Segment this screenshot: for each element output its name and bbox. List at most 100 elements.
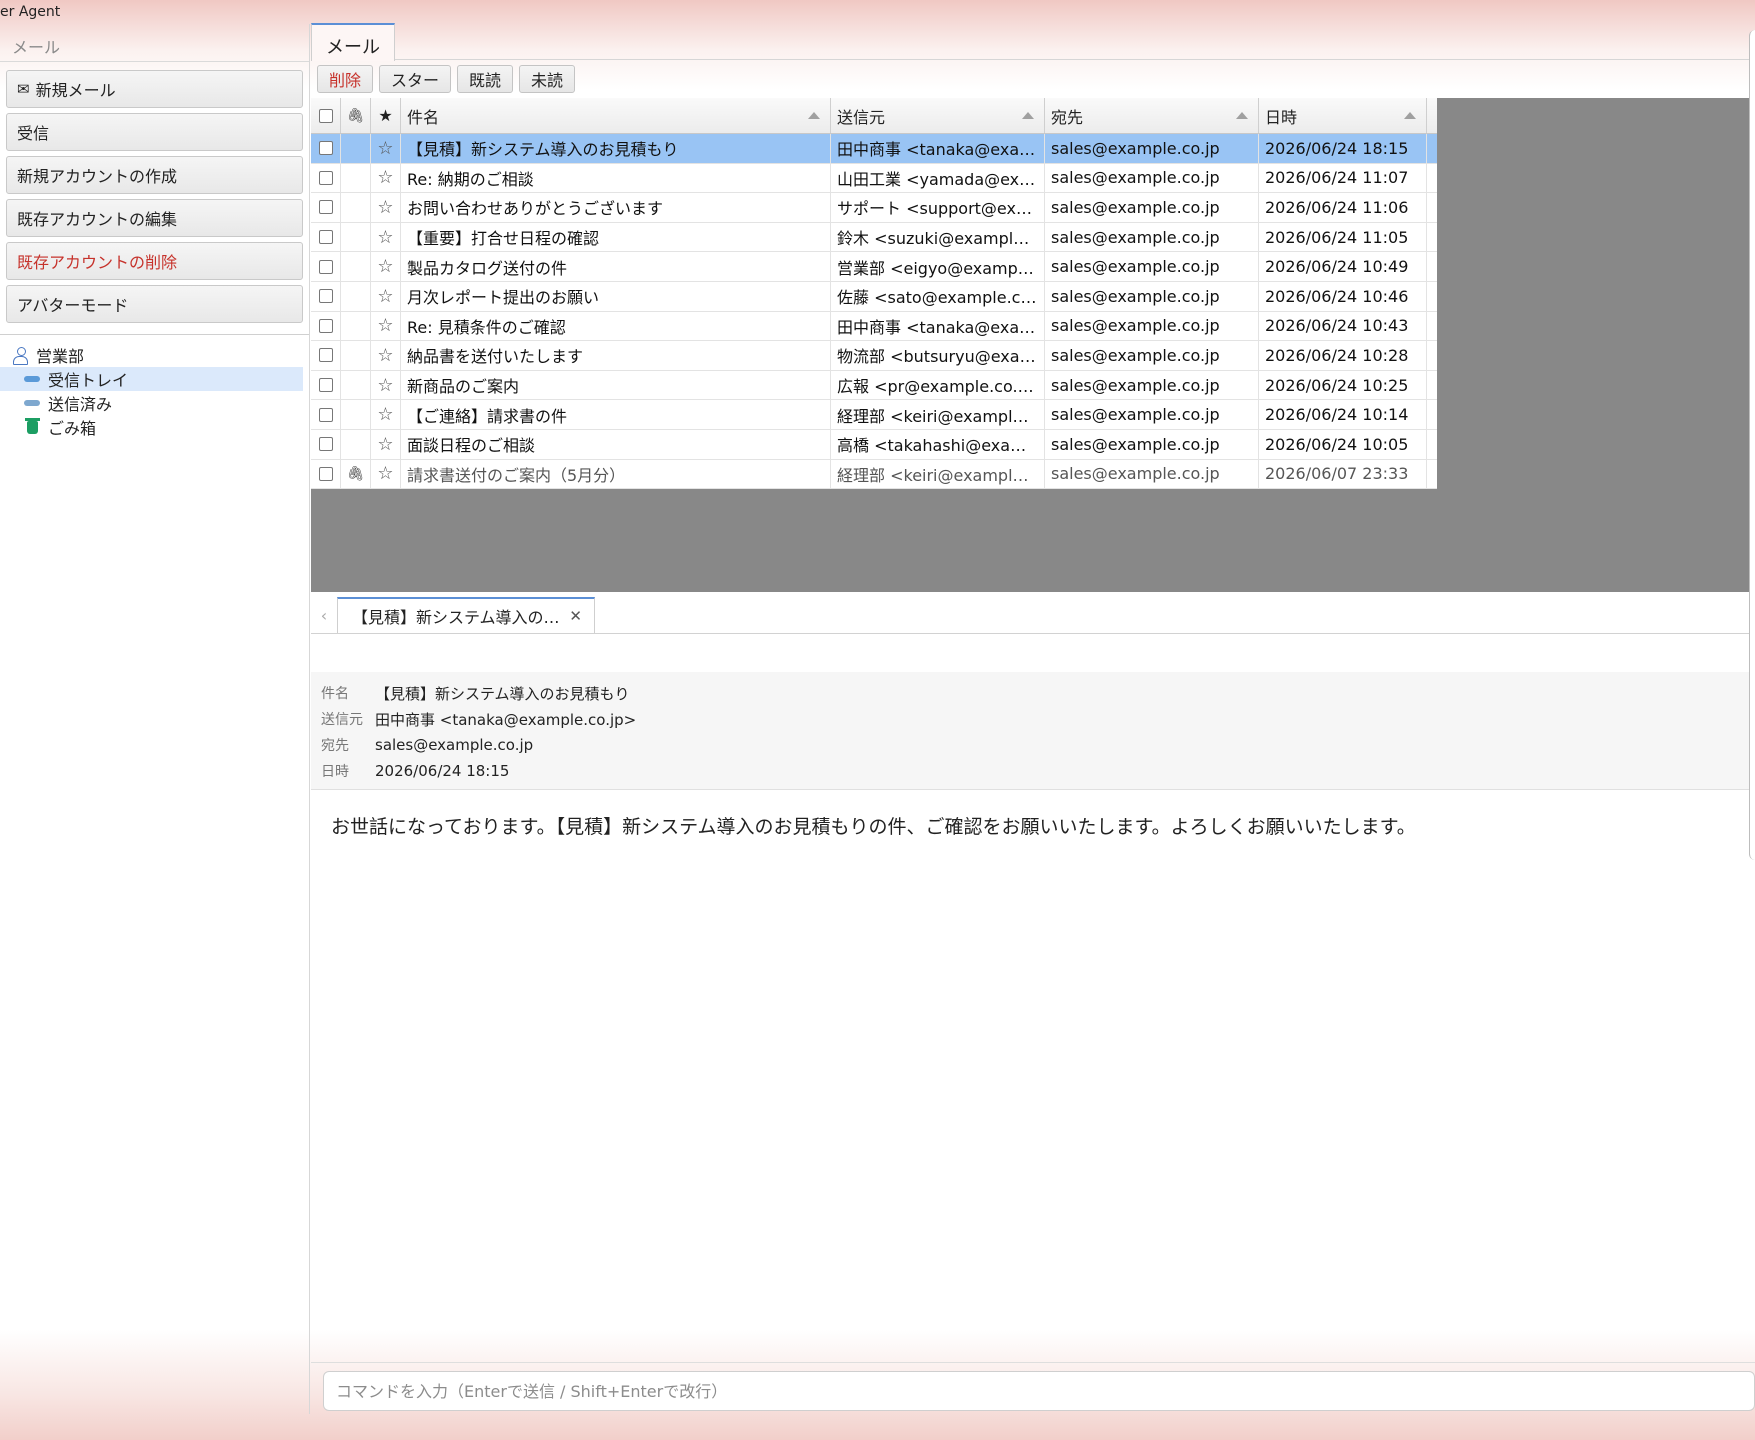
row-attachment-cell: 🖇 (341, 459, 371, 489)
tree-folder-sent[interactable]: 送信済み (0, 391, 303, 415)
table-row[interactable]: ☆ Re: 納期のご相談 山田工業 <yamada@exa... sales@exam… (311, 163, 1437, 194)
tab-mail[interactable]: メール (311, 23, 395, 61)
row-to: sales@example.co.jp (1045, 429, 1259, 459)
star-header-icon: ★ (378, 106, 393, 125)
command-bar (311, 1362, 1755, 1414)
row-checkbox[interactable] (311, 252, 341, 281)
row-star-toggle[interactable]: ☆ (371, 429, 401, 459)
toolbar: 削除 スター 既読 未読 (311, 60, 1755, 98)
receive-button[interactable]: 受信 (6, 113, 303, 151)
row-star-toggle[interactable]: ☆ (371, 370, 401, 400)
row-checkbox[interactable] (311, 222, 341, 252)
tree-folder-trash[interactable]: ごみ箱 (0, 415, 303, 439)
row-subject: 納品書を送付いたします (401, 341, 831, 370)
select-all-checkbox[interactable] (311, 98, 341, 133)
row-date: 2026/06/24 10:43 (1259, 311, 1427, 341)
envelope-icon: ✉ (17, 80, 30, 98)
row-to: sales@example.co.jp (1045, 281, 1259, 311)
row-subject: 月次レポート提出のお願い (401, 281, 831, 311)
table-row[interactable]: ☆ 新商品のご案内 広報 <pr@example.co.jp> sales@examp… (311, 370, 1437, 401)
row-star-toggle[interactable]: ☆ (371, 222, 401, 252)
create-account-button[interactable]: 新規アカウントの作成 (6, 156, 303, 194)
table-row[interactable]: ☆ 製品カタログ送付の件 営業部 <eigyo@example... sales@ex… (311, 252, 1437, 282)
row-star-toggle[interactable]: ☆ (371, 193, 401, 222)
row-from: 田中商事 <tanaka@exam... (831, 134, 1045, 163)
row-from: サポート <support@exam... (831, 193, 1045, 222)
row-star-toggle[interactable]: ☆ (371, 134, 401, 163)
row-star-toggle[interactable]: ☆ (371, 163, 401, 193)
row-checkbox[interactable] (311, 341, 341, 370)
header-from-label: 送信元 (837, 107, 886, 127)
tree-folder-inbox[interactable]: 受信トレイ (0, 367, 303, 391)
row-attachment-cell (341, 311, 371, 341)
table-row[interactable]: ☆ 【重要】打合せ日程の確認 鈴木 <suzuki@example.c... sale… (311, 222, 1437, 253)
row-checkbox[interactable] (311, 459, 341, 489)
row-date: 2026/06/24 10:46 (1259, 281, 1427, 311)
table-row[interactable]: ☆ 面談日程のご相談 高橋 <takahashi@examp... sales@exa… (311, 429, 1437, 460)
side-panel-edge[interactable] (1749, 30, 1755, 860)
header-from[interactable]: 送信元 (831, 98, 1045, 133)
delete-account-label: 既存アカウントの削除 (17, 253, 178, 272)
header-star[interactable]: ★ (371, 98, 401, 133)
row-checkbox[interactable] (311, 370, 341, 400)
tree-folder-label: ごみ箱 (48, 419, 97, 438)
star-outline-icon: ☆ (377, 463, 394, 485)
row-checkbox[interactable] (311, 281, 341, 311)
delete-account-button[interactable]: 既存アカウントの削除 (6, 242, 303, 280)
tree-account-label: 営業部 (36, 347, 85, 366)
row-star-toggle[interactable]: ☆ (371, 281, 401, 311)
row-from: 田中商事 <tanaka@exam... (831, 311, 1045, 341)
table-row[interactable]: ☆ 月次レポート提出のお願い 佐藤 <sato@example.co.... sale… (311, 281, 1437, 312)
row-checkbox[interactable] (311, 429, 341, 459)
sort-arrow-icon (1236, 112, 1248, 119)
tree-account[interactable]: 営業部 (0, 343, 309, 367)
row-to: sales@example.co.jp (1045, 341, 1259, 370)
edit-account-button[interactable]: 既存アカウントの編集 (6, 199, 303, 237)
main-panel: メール 削除 スター 既読 未読 🖇 ★ 件名 送信元 宛先 日時 ☆ 【見積】新… (311, 22, 1755, 1414)
row-star-toggle[interactable]: ☆ (371, 459, 401, 489)
new-mail-button[interactable]: ✉ 新規メール (6, 70, 303, 108)
table-row[interactable]: ☆ 【見積】新システム導入のお見積もり 田中商事 <tanaka@exam... sa… (311, 134, 1437, 164)
row-star-toggle[interactable]: ☆ (371, 400, 401, 429)
table-row[interactable]: ☆ お問い合わせありがとうございます サポート <support@exam... sa… (311, 193, 1437, 223)
star-outline-icon: ☆ (377, 256, 394, 278)
row-checkbox[interactable] (311, 311, 341, 341)
star-outline-icon: ☆ (377, 167, 394, 189)
header-attachment[interactable]: 🖇 (341, 98, 371, 133)
row-checkbox[interactable] (311, 134, 341, 163)
row-checkbox[interactable] (311, 193, 341, 222)
row-date: 2026/06/24 10:05 (1259, 429, 1427, 459)
message-table: 🖇 ★ 件名 送信元 宛先 日時 ☆ 【見積】新システム導入のお見積もり 田中商事 … (311, 98, 1437, 490)
preview-tab[interactable]: 【見積】新システム導入の… ✕ (337, 597, 595, 633)
row-subject: 製品カタログ送付の件 (401, 252, 831, 281)
table-row[interactable]: ☆ 納品書を送付いたします 物流部 <butsuryu@exam... sales@e… (311, 341, 1437, 371)
row-checkbox[interactable] (311, 400, 341, 429)
sidebar-tab-mail[interactable]: メール (0, 24, 309, 62)
row-star-toggle[interactable]: ☆ (371, 311, 401, 341)
header-to[interactable]: 宛先 (1045, 98, 1259, 133)
to-value: sales@example.co.jp (375, 736, 534, 754)
delete-button[interactable]: 削除 (317, 65, 374, 93)
main-tabs: メール (311, 22, 1755, 61)
row-subject: 【見積】新システム導入のお見積もり (401, 134, 831, 163)
row-star-toggle[interactable]: ☆ (371, 252, 401, 281)
header-subject[interactable]: 件名 (401, 98, 831, 133)
mark-unread-button[interactable]: 未読 (519, 65, 576, 93)
mark-read-button[interactable]: 既読 (457, 65, 514, 93)
table-row[interactable]: ☆ 【ご連絡】請求書の件 経理部 <keiri@example.... sales@e… (311, 400, 1437, 430)
star-button[interactable]: スター (379, 65, 452, 93)
header-date[interactable]: 日時 (1259, 98, 1427, 133)
tab-scroll-left-icon[interactable]: ‹ (311, 597, 337, 633)
close-icon[interactable]: ✕ (569, 607, 582, 625)
table-row[interactable]: 🖇 ☆ 請求書送付のご案内（5月分） 経理部 <keiri@example.c... s… (311, 459, 1437, 490)
header-subject-label: 件名 (407, 107, 440, 127)
inbox-icon (22, 376, 42, 382)
command-input[interactable] (323, 1371, 1755, 1411)
avatar-mode-button[interactable]: アバターモード (6, 285, 303, 323)
table-row[interactable]: ☆ Re: 見積条件のご確認 田中商事 <tanaka@exam... sales@e… (311, 311, 1437, 342)
star-outline-icon: ☆ (377, 374, 394, 396)
row-date: 2026/06/24 10:28 (1259, 341, 1427, 370)
star-outline-icon: ☆ (377, 433, 394, 455)
row-star-toggle[interactable]: ☆ (371, 341, 401, 370)
row-checkbox[interactable] (311, 163, 341, 193)
